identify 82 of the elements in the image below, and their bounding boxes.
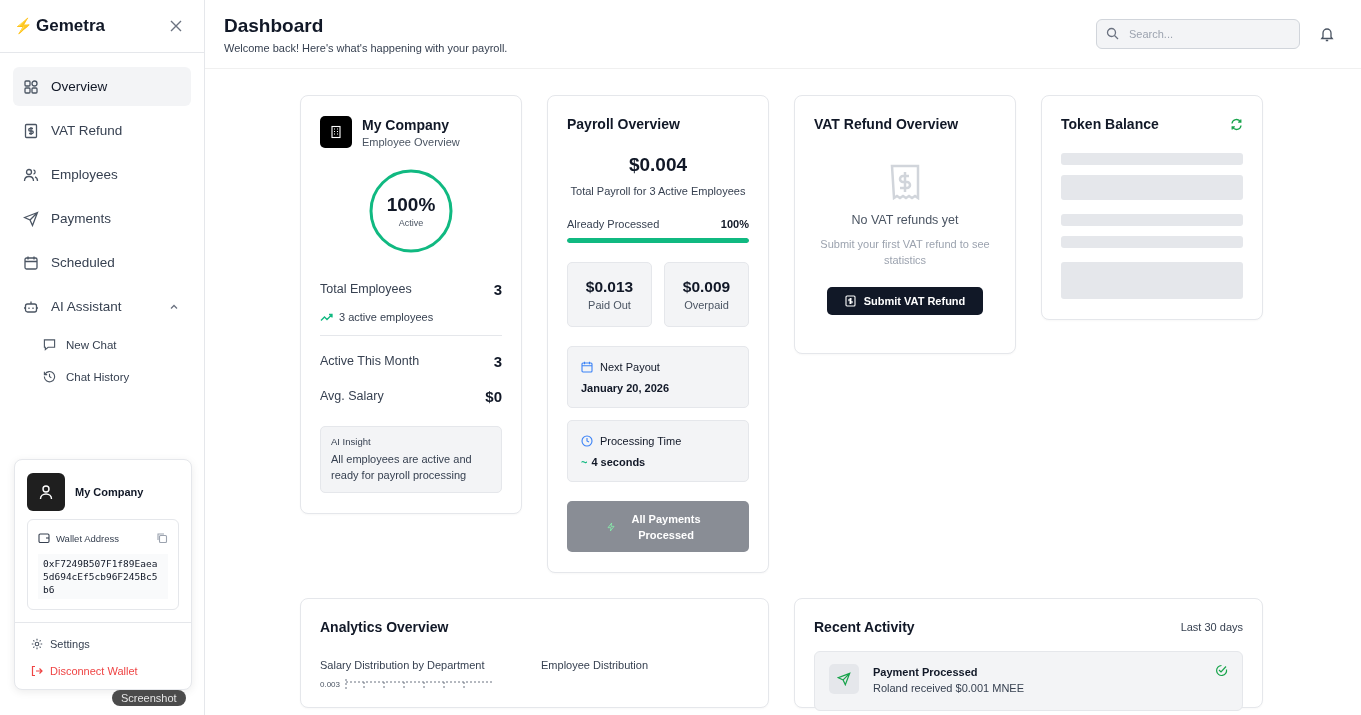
info-label: Next Payout <box>600 361 660 373</box>
calendar-icon <box>581 361 593 373</box>
stat-label: Active This Month <box>320 354 420 368</box>
info-value: January 20, 2026 <box>581 382 670 394</box>
settings-link[interactable]: Settings <box>15 631 191 658</box>
logout-icon <box>31 665 43 677</box>
info-value: 4 seconds <box>591 456 646 468</box>
nav-item[interactable]: Employees <box>13 155 191 194</box>
tile-value: $0.009 <box>682 278 731 296</box>
tile-value: $0.013 <box>585 278 634 296</box>
search-field[interactable]: Search... <box>1096 19 1300 49</box>
copy-icon[interactable] <box>156 532 168 544</box>
history-icon <box>43 370 56 383</box>
send-icon <box>829 664 859 694</box>
receipt-icon <box>890 164 920 200</box>
chart-title: Employee Distribution <box>541 659 649 671</box>
trend-text: 3 active employees <box>339 311 434 323</box>
card-title: VAT Refund Overview <box>814 116 960 132</box>
progress-reading: 100% <box>720 218 749 230</box>
approx-sign: ~ <box>581 456 588 468</box>
activity-text: Roland received $0.001 MNEE <box>873 682 1026 694</box>
trend-up-icon <box>320 312 333 322</box>
users-icon <box>23 166 39 183</box>
insight-text: All employees are active and ready for payroll processing <box>331 452 473 483</box>
info-label: Processing Time <box>600 435 682 447</box>
settings-icon <box>31 638 43 650</box>
activity-title: Payment Processed <box>873 666 979 678</box>
stat-label: Total Employees <box>320 282 412 296</box>
card-title: Analytics Overview <box>320 619 450 635</box>
wallet-address: 0xF7249B507F1f89Eaea5d694cEf5cb96F245Bc5b6 <box>38 554 168 599</box>
disconnect-link[interactable]: Disconnect Wallet <box>15 658 191 685</box>
close-icon[interactable] <box>170 20 182 32</box>
chat-bubble-icon <box>43 338 56 351</box>
wallet-label: Wallet Address <box>56 532 120 544</box>
stat-value: 3 <box>493 352 502 370</box>
nav-item[interactable]: VAT Refund <box>13 111 191 150</box>
nav-item[interactable]: AI Assistant <box>13 287 191 326</box>
stat-value: 3 <box>493 280 502 298</box>
submit-vat-button[interactable]: Submit VAT Refund <box>826 287 984 315</box>
tile-label: Paid Out <box>588 299 631 311</box>
axis-tick-label: 0.003 <box>320 679 341 689</box>
card-subtitle: Employee Overview <box>362 135 460 148</box>
page-subtitle: Welcome back! Here's what's happening with your payroll. <box>224 41 509 54</box>
avatar <box>27 473 65 511</box>
nav-item[interactable]: Overview <box>13 67 191 106</box>
insight-title: AI Insight <box>331 436 372 447</box>
page-title: Dashboard <box>224 14 325 37</box>
ring-value: 100% <box>386 194 436 216</box>
card-title: My Company <box>362 116 451 133</box>
send-icon <box>23 210 39 227</box>
refresh-icon[interactable] <box>1230 117 1243 131</box>
nav-item[interactable]: Scheduled <box>13 243 191 282</box>
activity-item[interactable]: Payment Processed Roland received $0.001 MNEE <box>814 651 1243 711</box>
wallet-icon <box>38 532 50 544</box>
nav-item[interactable]: Payments <box>13 199 191 238</box>
card-title: Payroll Overview <box>567 116 681 132</box>
tooltip: Screenshot <box>112 690 186 706</box>
building-icon <box>320 116 352 148</box>
chart-title: Salary Distribution by Department <box>320 659 486 671</box>
payroll-amount: $0.004 <box>627 154 689 176</box>
clock-icon <box>581 435 593 447</box>
sub-nav-item[interactable]: New Chat <box>13 331 191 358</box>
payroll-caption: Total Payroll for 3 Active Employees <box>569 185 747 197</box>
sub-nav-item[interactable]: Chat History <box>13 363 191 390</box>
progress-label: Already Processed <box>567 218 660 230</box>
empty-text: Submit your first VAT refund to see statistics <box>819 237 991 268</box>
receipt-icon <box>844 295 856 307</box>
stat-value: $0 <box>485 387 502 405</box>
app-name: Gemetra <box>36 16 106 36</box>
ring-label: Active <box>398 218 424 228</box>
bell-icon[interactable] <box>1319 26 1335 42</box>
lightning-icon: ⚡ <box>14 17 33 35</box>
calendar-icon <box>23 254 39 271</box>
receipt-icon <box>23 122 39 139</box>
account-name: My Company <box>75 486 144 498</box>
tile-label: Overpaid <box>684 299 729 311</box>
date-range: Last 30 days <box>1180 621 1243 633</box>
grid-icon <box>23 78 39 95</box>
card-title: Token Balance <box>1061 116 1159 132</box>
stat-label: Avg. Salary <box>320 389 384 403</box>
card-title: Recent Activity <box>814 619 915 635</box>
empty-title: No VAT refunds yet <box>851 213 959 227</box>
